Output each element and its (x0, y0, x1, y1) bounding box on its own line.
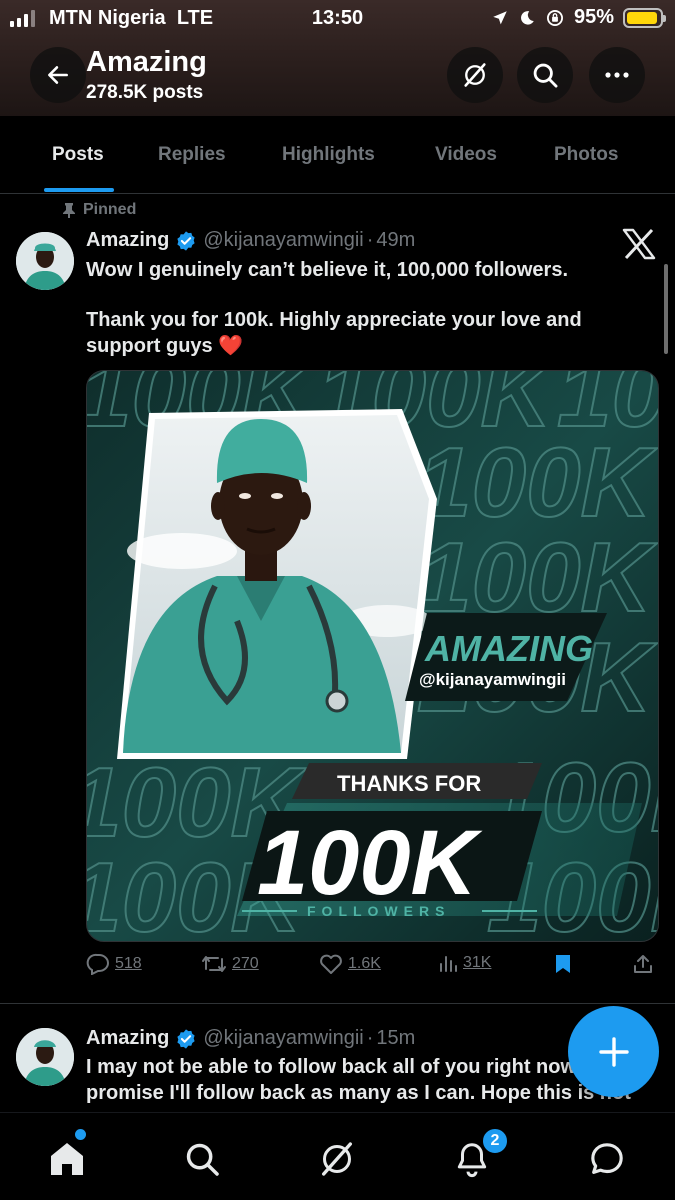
bottom-nav (0, 1112, 675, 1200)
views-button[interactable]: 31K (438, 953, 491, 973)
post-actions: 518 270 1.6K 31K (86, 953, 661, 987)
pinned-indicator: Pinned (62, 201, 136, 219)
post-time[interactable]: 49m (376, 229, 415, 252)
plus-icon (598, 1036, 629, 1067)
grok-button[interactable] (447, 47, 503, 103)
tab-replies[interactable]: Replies (158, 144, 226, 166)
image-followers: FOLLOWERS (307, 903, 450, 919)
rotation-lock-icon (546, 9, 563, 26)
profile-header: MTN Nigeria LTE 13:50 95% Amazing 278.5K… (0, 0, 675, 116)
author-handle[interactable]: @kijanayamwingii (203, 229, 363, 252)
heart-icon (320, 954, 342, 974)
scrollbar[interactable] (664, 264, 668, 354)
pin-icon (63, 203, 75, 218)
bookmark-icon (556, 955, 570, 973)
like-button[interactable]: 1.6K (319, 953, 381, 975)
back-button[interactable] (30, 47, 86, 103)
tab-photos[interactable]: Photos (554, 144, 618, 166)
author-handle[interactable]: @kijanayamwingii (203, 1027, 363, 1050)
bookmark-button[interactable] (553, 953, 573, 975)
more-button[interactable] (589, 47, 645, 103)
views-count: 31K (463, 954, 492, 971)
moon-icon (521, 10, 534, 25)
home-new-indicator (75, 1129, 86, 1140)
grok-icon (464, 63, 486, 87)
nav-grok[interactable] (315, 1137, 359, 1181)
verified-badge-icon (177, 230, 195, 251)
image-handle: @kijanayamwingii (419, 670, 566, 689)
repost-button[interactable]: 270 (201, 953, 259, 975)
profile-name: Amazing (86, 46, 207, 78)
reply-icon (86, 953, 109, 975)
image-thanks-for: THANKS FOR (337, 771, 481, 796)
notification-badge: 2 (481, 1127, 509, 1155)
battery-icon (623, 7, 666, 28)
location-icon (493, 10, 507, 24)
search-button[interactable] (517, 47, 573, 103)
posts-count: 278.5K posts (86, 82, 204, 103)
more-icon (605, 72, 629, 78)
repost-count: 270 (232, 955, 259, 972)
post-text-line-2: Thank you for 100k. Highly appreciate yo… (86, 309, 582, 331)
post-time[interactable]: 15m (376, 1027, 415, 1050)
reply-button[interactable]: 518 (86, 953, 142, 975)
post-text-line-1: I may not be able to follow back all of … (86, 1056, 577, 1078)
share-icon (634, 955, 652, 973)
like-count: 1.6K (348, 955, 381, 972)
battery-percent: 95% (573, 6, 614, 28)
nav-search[interactable] (180, 1137, 224, 1181)
post-text-line-1: Wow I genuinely can’t believe it, 100,00… (86, 259, 569, 281)
status-bar: MTN Nigeria LTE 13:50 95% (0, 0, 675, 38)
bg-text-row-2: 100K (417, 427, 658, 537)
reply-count: 518 (115, 955, 142, 972)
avatar[interactable] (16, 232, 74, 290)
post-text-line-2: promise I'll follow back as many as I ca… (86, 1082, 631, 1104)
post-author-line: Amazing @kijanayamwingii · 15m (86, 1027, 415, 1050)
post-text-line-3: support guys ❤️ (86, 335, 244, 357)
post-image[interactable]: 100K 100K 100K 100K 100K 100K 100K 100K … (86, 370, 659, 942)
separator: · (366, 1027, 374, 1049)
repost-icon (202, 956, 226, 972)
nav-messages[interactable] (585, 1137, 629, 1181)
separator: · (366, 229, 374, 251)
heart-emoji: ❤️ (218, 335, 244, 357)
tab-videos[interactable]: Videos (435, 144, 497, 166)
search-icon (186, 1143, 219, 1176)
active-tab-indicator (44, 188, 114, 192)
search-icon (533, 63, 558, 88)
profile-tabs: Posts Replies Highlights Videos Photos (0, 116, 675, 194)
verified-badge-icon (177, 1028, 195, 1049)
compose-button[interactable] (568, 1006, 659, 1097)
image-name: AMAZING (424, 628, 593, 669)
arrow-left-icon (48, 66, 68, 84)
home-icon (51, 1143, 83, 1175)
image-100k: 100K (257, 812, 483, 914)
tab-posts[interactable]: Posts (52, 144, 104, 166)
x-logo-icon (622, 228, 656, 265)
grok-icon (322, 1142, 352, 1176)
post-divider (0, 1003, 675, 1004)
views-icon (440, 956, 457, 972)
share-button[interactable] (632, 953, 654, 975)
message-icon (591, 1143, 623, 1174)
avatar[interactable] (16, 1028, 74, 1086)
nav-home[interactable] (45, 1137, 89, 1181)
post-author-line: Amazing @kijanayamwingii · 49m (86, 229, 415, 252)
author-name[interactable]: Amazing (86, 229, 169, 252)
tab-highlights[interactable]: Highlights (282, 144, 375, 166)
author-name[interactable]: Amazing (86, 1027, 169, 1050)
